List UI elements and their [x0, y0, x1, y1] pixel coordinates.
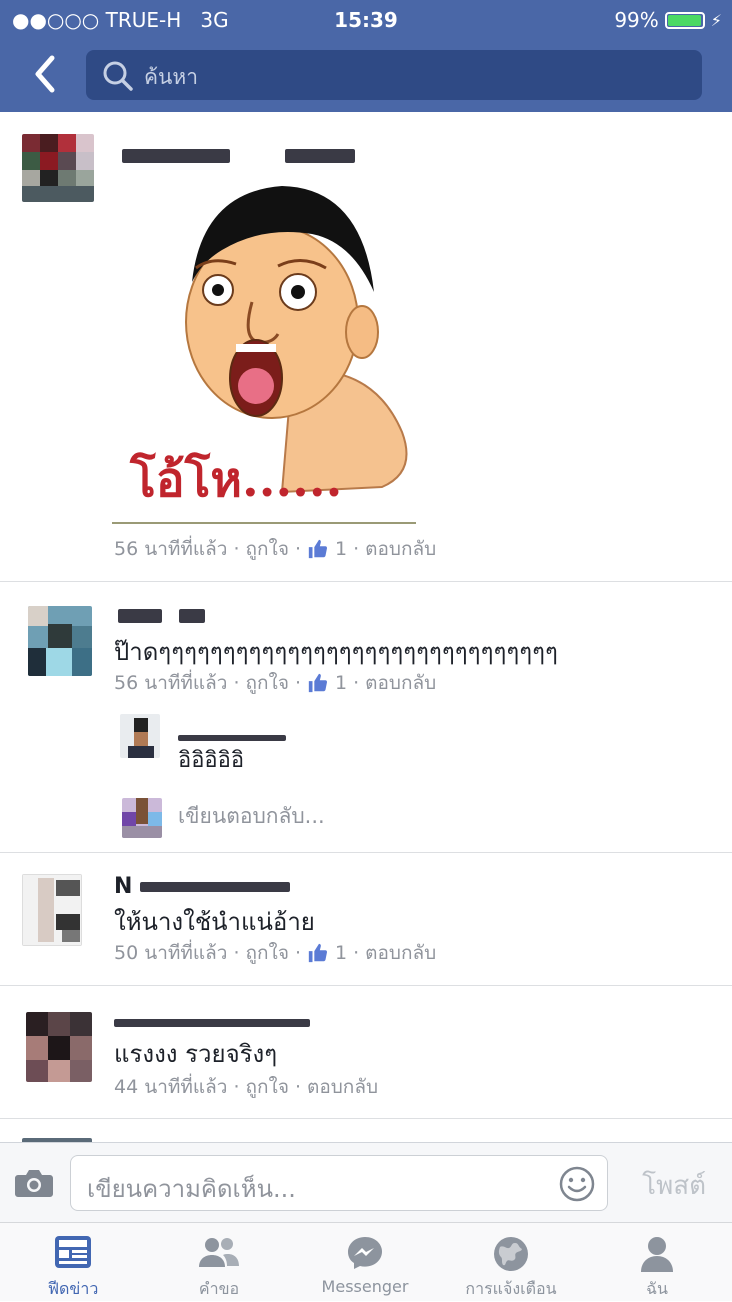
profile-icon: [641, 1237, 673, 1272]
comment-time: 56 นาทีที่แล้ว: [114, 672, 228, 694]
like-thumb-icon: [308, 943, 328, 963]
comment-input-placeholder: เขียนความคิดเห็น...: [87, 1175, 296, 1203]
like-count: 1: [335, 538, 348, 560]
avatar[interactable]: [22, 134, 94, 202]
emoji-smile-icon[interactable]: [559, 1166, 595, 1202]
like-count: 1: [335, 672, 348, 694]
tab-label: การแจ้งเตือน: [465, 1279, 557, 1298]
tab-label: ฟีดข่าว: [47, 1279, 99, 1298]
avatar[interactable]: [22, 874, 82, 946]
chevron-left-icon: [35, 55, 55, 93]
tab-news-feed[interactable]: ฟีดข่าว: [0, 1223, 146, 1301]
like-thumb-icon: [308, 539, 328, 559]
comment-meta: 56 นาทีที่แล้ว · ถูกใจ · 1 · ตอบกลับ: [114, 668, 436, 698]
tab-friend-requests[interactable]: คำขอ: [146, 1223, 292, 1301]
avatar[interactable]: [120, 714, 160, 758]
like-link[interactable]: ถูกใจ: [246, 938, 289, 968]
battery-percent: 99%: [614, 8, 659, 32]
sticker-underline: [112, 522, 416, 524]
post-button[interactable]: โพสต์: [642, 1165, 706, 1206]
charging-icon: ⚡: [710, 10, 722, 30]
reply-link[interactable]: ตอบกลับ: [365, 938, 436, 968]
status-bar: ●●○○○ TRUE-H 3G 15:39 99% ⚡: [0, 4, 732, 36]
camera-icon[interactable]: [14, 1167, 54, 1199]
globe-notifications-icon: [494, 1237, 528, 1271]
comment-text: ให้นางใช้นำแน่อ้าย: [114, 908, 315, 936]
battery-icon: [664, 11, 705, 29]
divider: [0, 581, 732, 582]
comment-time: 44 นาทีที่แล้ว: [114, 1076, 228, 1098]
comment-meta: 44 นาทีที่แล้ว · ถูกใจ · ตอบกลับ: [114, 1072, 378, 1102]
tab-profile[interactable]: ฉัน: [584, 1223, 730, 1301]
commenter-name-partial[interactable]: N: [114, 874, 291, 899]
like-link[interactable]: ถูกใจ: [246, 668, 289, 698]
like-count: 1: [335, 942, 348, 964]
reply-text: อิอิอิอิอิ: [178, 748, 245, 773]
comment-time: 50 นาทีที่แล้ว: [114, 942, 228, 964]
comment-text: ป๊าดๆๆๆๆๆๆๆๆๆๆๆๆๆๆๆๆๆๆๆๆๆๆๆๆๆๆๆๆๆๆๆ: [114, 638, 558, 666]
sticker-caption: โอ้โห......: [130, 452, 343, 508]
comments-list: โอ้โห...... 56 นาทีที่แล้ว · ถูกใจ · 1 ·…: [0, 112, 732, 1142]
sticker-image[interactable]: โอ้โห......: [112, 172, 418, 526]
news-feed-icon: [55, 1236, 91, 1268]
battery-indicator: 99% ⚡: [614, 8, 722, 32]
like-link[interactable]: ถูกใจ: [246, 534, 289, 564]
search-placeholder: ค้นหา: [144, 65, 199, 89]
divider: [0, 985, 732, 986]
divider: [0, 852, 732, 853]
back-button[interactable]: [30, 54, 66, 94]
avatar[interactable]: [26, 1012, 92, 1082]
tab-label: คำขอ: [198, 1279, 240, 1298]
reply-link[interactable]: ตอบกลับ: [365, 534, 436, 564]
messenger-icon: [348, 1237, 382, 1269]
tab-label: Messenger: [321, 1277, 409, 1296]
write-reply-placeholder[interactable]: เขียนตอบกลับ...: [178, 800, 325, 833]
like-thumb-icon: [308, 673, 328, 693]
tab-bar: ฟีดข่าว คำขอ Messenger การแจ้งเตือน ฉัน: [0, 1222, 732, 1301]
comment-composer: เขียนความคิดเห็น... โพสต์: [0, 1142, 732, 1223]
comment-input[interactable]: เขียนความคิดเห็น...: [70, 1155, 608, 1211]
commenter-name-redacted[interactable]: [114, 1012, 310, 1031]
top-bar: ●●○○○ TRUE-H 3G 15:39 99% ⚡ ค้นหา: [0, 0, 732, 112]
comment-meta: 50 นาทีที่แล้ว · ถูกใจ · 1 · ตอบกลับ: [114, 938, 436, 968]
tab-notifications[interactable]: การแจ้งเตือน: [438, 1223, 584, 1301]
tab-messenger[interactable]: Messenger: [292, 1223, 438, 1301]
like-link[interactable]: ถูกใจ: [246, 1072, 289, 1102]
divider: [0, 1118, 732, 1119]
comment-time: 56 นาทีที่แล้ว: [114, 538, 228, 560]
reply-link[interactable]: ตอบกลับ: [307, 1072, 378, 1102]
commenter-name-redacted[interactable]: [122, 148, 356, 167]
search-input[interactable]: ค้นหา: [86, 50, 702, 100]
friend-requests-icon: [199, 1238, 239, 1267]
comment-meta: 56 นาทีที่แล้ว · ถูกใจ · 1 · ตอบกลับ: [114, 534, 436, 564]
tab-label: ฉัน: [646, 1279, 668, 1298]
search-icon: [103, 61, 133, 91]
commenter-name-redacted[interactable]: [118, 608, 206, 627]
my-avatar: [122, 798, 162, 838]
comment-text: แรงงง รวยจริงๆ: [114, 1040, 278, 1068]
avatar[interactable]: [28, 606, 92, 676]
reply-link[interactable]: ตอบกลับ: [365, 668, 436, 698]
